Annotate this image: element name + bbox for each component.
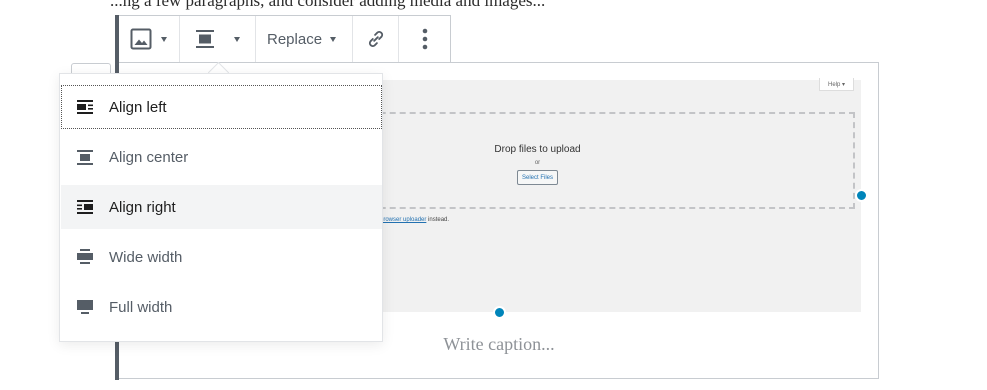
replace-button[interactable]: Replace [256,16,337,62]
help-button[interactable]: Help ▾ [819,78,854,91]
more-vertical-icon [422,27,428,51]
alignment-menu: Align left Align center Align right Wide… [59,73,383,342]
menu-item-align-right[interactable]: Align right [61,185,382,229]
block-toolbar: Replace [119,15,451,63]
menu-item-label: Align left [109,98,167,116]
align-center-icon [75,147,95,167]
drop-or-label: or [534,160,541,166]
chevron-down-icon [161,36,167,42]
resize-handle-bottom[interactable] [493,306,506,319]
menu-item-label: Align center [109,148,189,166]
paragraph-text-above: ...ng a few paragraphs, and consider add… [110,0,546,10]
drop-files-title: Drop files to upload [494,144,581,155]
menu-item-full-width[interactable]: Full width [61,285,382,329]
menu-item-align-center[interactable]: Align center [61,135,382,179]
resize-handle-right[interactable] [855,189,868,202]
menu-item-wide-width[interactable]: Wide width [61,235,382,279]
change-block-type-button[interactable] [119,16,167,62]
image-icon [129,27,153,51]
align-group [180,16,256,62]
chevron-down-icon [234,36,240,42]
replace-group: Replace [256,16,353,62]
replace-label: Replace [267,30,323,48]
link-icon [365,28,387,50]
uploader-note-suffix: instead. [426,217,450,223]
image-type-group [119,16,180,62]
align-left-icon [75,97,95,117]
more-options-button[interactable] [414,16,436,62]
more-group [399,16,450,62]
menu-item-label: Full width [109,298,173,316]
align-wide-icon [75,247,95,267]
browser-uploader-link[interactable]: browser uploader [380,217,426,223]
align-center-icon [194,28,216,50]
insert-link-button[interactable] [357,16,395,62]
select-files-button[interactable]: Select Files [517,170,558,185]
chevron-down-icon [330,36,337,42]
link-group [353,16,399,62]
menu-item-label: Align right [109,198,176,216]
menu-item-label: Wide width [109,248,183,266]
align-full-icon [75,297,95,317]
align-right-icon [75,197,95,217]
align-dropdown-button[interactable] [180,16,240,62]
uploader-note: browser uploader instead. [380,217,449,223]
menu-item-align-left[interactable]: Align left [61,85,382,129]
